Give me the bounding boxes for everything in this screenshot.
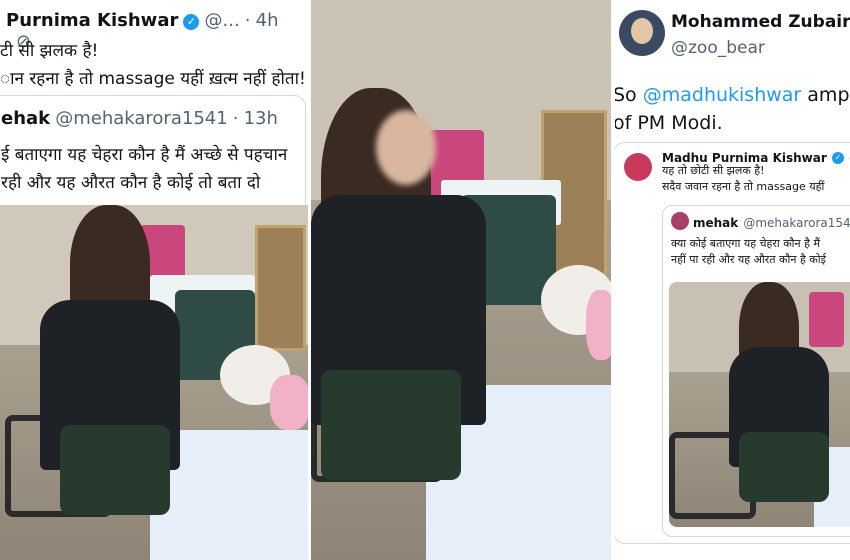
woman-skirt xyxy=(60,425,170,515)
right-quote-text-line-2: सदैव जवान रहना है तो massage यहीं xyxy=(662,180,825,193)
left-tweet: Purnima Kishwar ✓ @... · 4h ⊘ टी सी झलक … xyxy=(0,0,308,217)
right-massage-photo[interactable] xyxy=(669,282,850,527)
left-quote-text-line-2: रही और यह औरत कौन है कोई तो बता दो xyxy=(1,173,261,193)
right-inner-quoted-tweet[interactable]: mehak @mehakarora154 क्या कोई बताएगा यह … xyxy=(662,205,850,537)
left-screenshot-panel: Purnima Kishwar ✓ @... · 4h ⊘ टी सी झलक … xyxy=(0,0,308,560)
left-tweet-author-name[interactable]: Purnima Kishwar xyxy=(6,10,178,31)
madhu-avatar[interactable] xyxy=(624,153,652,181)
left-tweet-text-line-1: टी सी झलक है! xyxy=(0,41,99,61)
left-massage-photo[interactable] xyxy=(0,205,308,560)
right-tweet-text-line-1: So @madhukishwar ampl xyxy=(615,84,850,106)
dot-separator: · xyxy=(232,108,239,129)
pink-cloth xyxy=(270,375,308,430)
pink-cloth xyxy=(586,290,611,360)
verified-badge-icon: ✓ xyxy=(831,151,844,164)
right-tweet-author-handle[interactable]: @zoo_bear xyxy=(671,38,765,58)
cabinet-door xyxy=(255,225,306,351)
right-quote-text-line-1: यह तो छोटी सी झलक है! xyxy=(662,164,765,177)
left-quote-author-handle[interactable]: @mehakarora1541 xyxy=(55,108,227,129)
dot-separator: · xyxy=(244,10,251,31)
pink-bag xyxy=(809,292,844,347)
verified-badge-icon: ✓ xyxy=(183,13,200,30)
left-quote-time[interactable]: 13h xyxy=(244,108,278,129)
right-tweet-text-line-2: of PM Modi. xyxy=(615,112,723,134)
right-quoted-tweet[interactable]: Madhu Purnima Kishwar ✓ @ यह तो छोटी सी … xyxy=(615,142,850,544)
middle-photo-panel xyxy=(311,0,611,560)
left-quoted-tweet[interactable]: ehak @mehakarora1541 · 13h ई बताएगा यह च… xyxy=(0,95,306,217)
mention-link[interactable]: @madhukishwar xyxy=(643,84,802,106)
left-tweet-text-line-2: ान रहना है तो massage यहीं ख़त्म नहीं हो… xyxy=(0,69,306,89)
left-quote-text-line-1: ई बताएगा यह चेहरा कौन है मैं अच्छे से पह… xyxy=(1,145,288,165)
right-screenshot-panel: Mohammed Zubair ✓ @zoo_bear So @madhukis… xyxy=(615,0,850,560)
blurred-face xyxy=(376,110,436,185)
right-inner-text-line-1: क्या कोई बताएगा यह चेहरा कौन है मैं xyxy=(671,237,821,250)
left-tweet-author-handle[interactable]: @... xyxy=(205,10,240,31)
right-inner-author-name[interactable]: mehak xyxy=(693,216,738,230)
woman-skirt xyxy=(739,432,829,502)
mehak-avatar[interactable] xyxy=(671,212,689,230)
left-tweet-time[interactable]: 4h xyxy=(256,10,279,31)
woman-skirt xyxy=(321,370,461,480)
right-inner-author-handle[interactable]: @mehakarora154 xyxy=(743,216,850,230)
middle-massage-photo[interactable] xyxy=(311,0,611,560)
zubair-avatar[interactable] xyxy=(619,10,665,56)
right-tweet-author-name[interactable]: Mohammed Zubair xyxy=(671,12,850,32)
left-quote-author-name[interactable]: ehak xyxy=(1,108,50,129)
right-inner-text-line-2: नहीं पा रही और यह औरत कौन है कोई xyxy=(671,253,826,266)
